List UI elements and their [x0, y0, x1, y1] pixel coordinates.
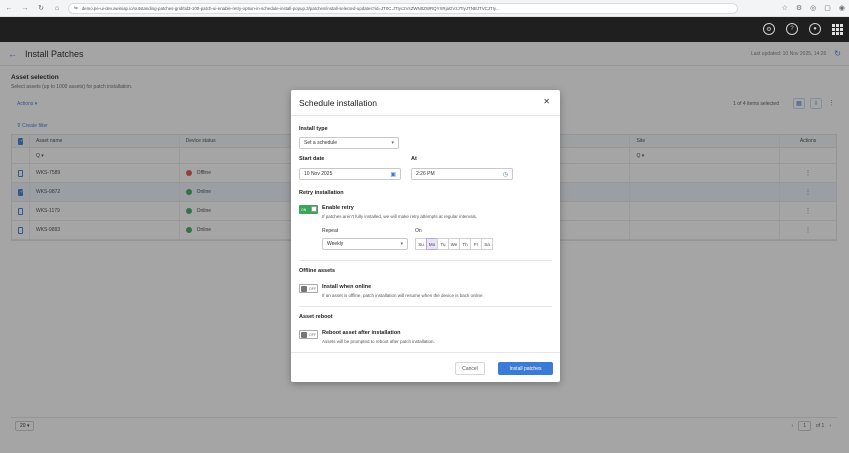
dialog-title: Schedule installation: [299, 98, 377, 108]
enable-retry-toggle[interactable]: ON: [299, 205, 318, 214]
dialog-header: Schedule installation ✕: [291, 90, 560, 116]
settings-icon[interactable]: ⚙: [763, 23, 775, 35]
divider: [299, 306, 552, 307]
retry-installation-label: Retry installation: [299, 190, 344, 196]
repeat-select[interactable]: Weekly ▾: [322, 238, 408, 250]
install-type-value: Set a schedule: [304, 140, 338, 146]
install-type-label: Install type: [299, 126, 328, 132]
asset-reboot-label: Asset reboot: [299, 314, 333, 320]
help-icon[interactable]: ?: [786, 23, 798, 35]
profile-icon[interactable]: ◉: [839, 4, 845, 12]
enable-retry-title: Enable retry: [322, 205, 354, 211]
reboot-after-install-title: Reboot asset after installation: [322, 330, 401, 336]
time-value: 2:26 PM: [416, 171, 435, 177]
start-date-input[interactable]: 10 Nov 2025 ▣: [299, 168, 401, 180]
enable-retry-description: If patches aren't fully installed, we wi…: [322, 214, 478, 219]
repeat-label: Repeat: [322, 228, 339, 234]
forward-arrow-icon[interactable]: →: [20, 5, 30, 12]
user-icon[interactable]: ●: [809, 23, 821, 35]
home-icon[interactable]: ⌂: [52, 5, 62, 12]
weekday-picker: Su Mo Tu We Th Fr Sa: [415, 238, 493, 250]
back-arrow-icon[interactable]: ←: [4, 5, 14, 12]
toggle-state-text: OFF: [309, 332, 316, 337]
address-bar[interactable]: ⇆ demo.pe-ui-dev.awiniap.io/outstanding-…: [68, 2, 738, 14]
reload-icon[interactable]: ↻: [36, 4, 46, 12]
install-patches-button[interactable]: Install patches: [498, 362, 553, 375]
chevron-down-icon: ▾: [391, 140, 394, 146]
install-when-online-description: If an asset is offline, patch installati…: [322, 293, 484, 298]
day-saturday[interactable]: Sa: [481, 238, 493, 250]
calendar-icon[interactable]: ▣: [390, 171, 396, 178]
schedule-installation-dialog: Schedule installation ✕ Install type Set…: [291, 90, 560, 382]
install-when-online-title: Install when online: [322, 284, 372, 290]
time-input[interactable]: 2:26 PM ◷: [411, 168, 513, 180]
start-date-label: Start date: [299, 156, 325, 162]
chevron-down-icon: ▾: [400, 241, 403, 247]
at-label: At: [411, 156, 417, 162]
cancel-button[interactable]: Cancel: [455, 362, 485, 375]
url-text: demo.pe-ui-dev.awiniap.io/outstanding-pa…: [81, 5, 500, 11]
dialog-footer: Cancel Install patches: [291, 352, 560, 382]
star-icon[interactable]: ☆: [782, 4, 788, 12]
install-when-online-toggle[interactable]: OFF: [299, 284, 318, 293]
app-top-bar: ⚙ ? ●: [0, 17, 849, 42]
toggle-state-text: OFF: [309, 286, 316, 291]
toggle-state-text: ON: [301, 207, 307, 212]
tab-search-icon[interactable]: ◎: [810, 4, 816, 12]
close-icon[interactable]: ✕: [543, 97, 550, 106]
clock-icon[interactable]: ◷: [503, 171, 508, 178]
browser-toolbar: ← → ↻ ⌂ ⇆ demo.pe-ui-dev.awiniap.io/outs…: [0, 0, 849, 17]
extensions-icon[interactable]: ⚙: [796, 4, 802, 12]
app-launcher-icon[interactable]: [832, 24, 843, 35]
site-info-icon[interactable]: ⇆: [74, 5, 78, 11]
repeat-value: Weekly: [327, 241, 344, 247]
reboot-after-install-toggle[interactable]: OFF: [299, 330, 318, 339]
on-label: On: [415, 228, 422, 234]
install-type-select[interactable]: Set a schedule ▾: [299, 137, 399, 149]
offline-assets-label: Offline assets: [299, 268, 336, 274]
start-date-value: 10 Nov 2025: [304, 171, 333, 177]
window-icon[interactable]: ▢: [824, 4, 831, 12]
reboot-after-install-description: Assets will be prompted to reboot after …: [322, 339, 435, 344]
divider: [299, 260, 552, 261]
